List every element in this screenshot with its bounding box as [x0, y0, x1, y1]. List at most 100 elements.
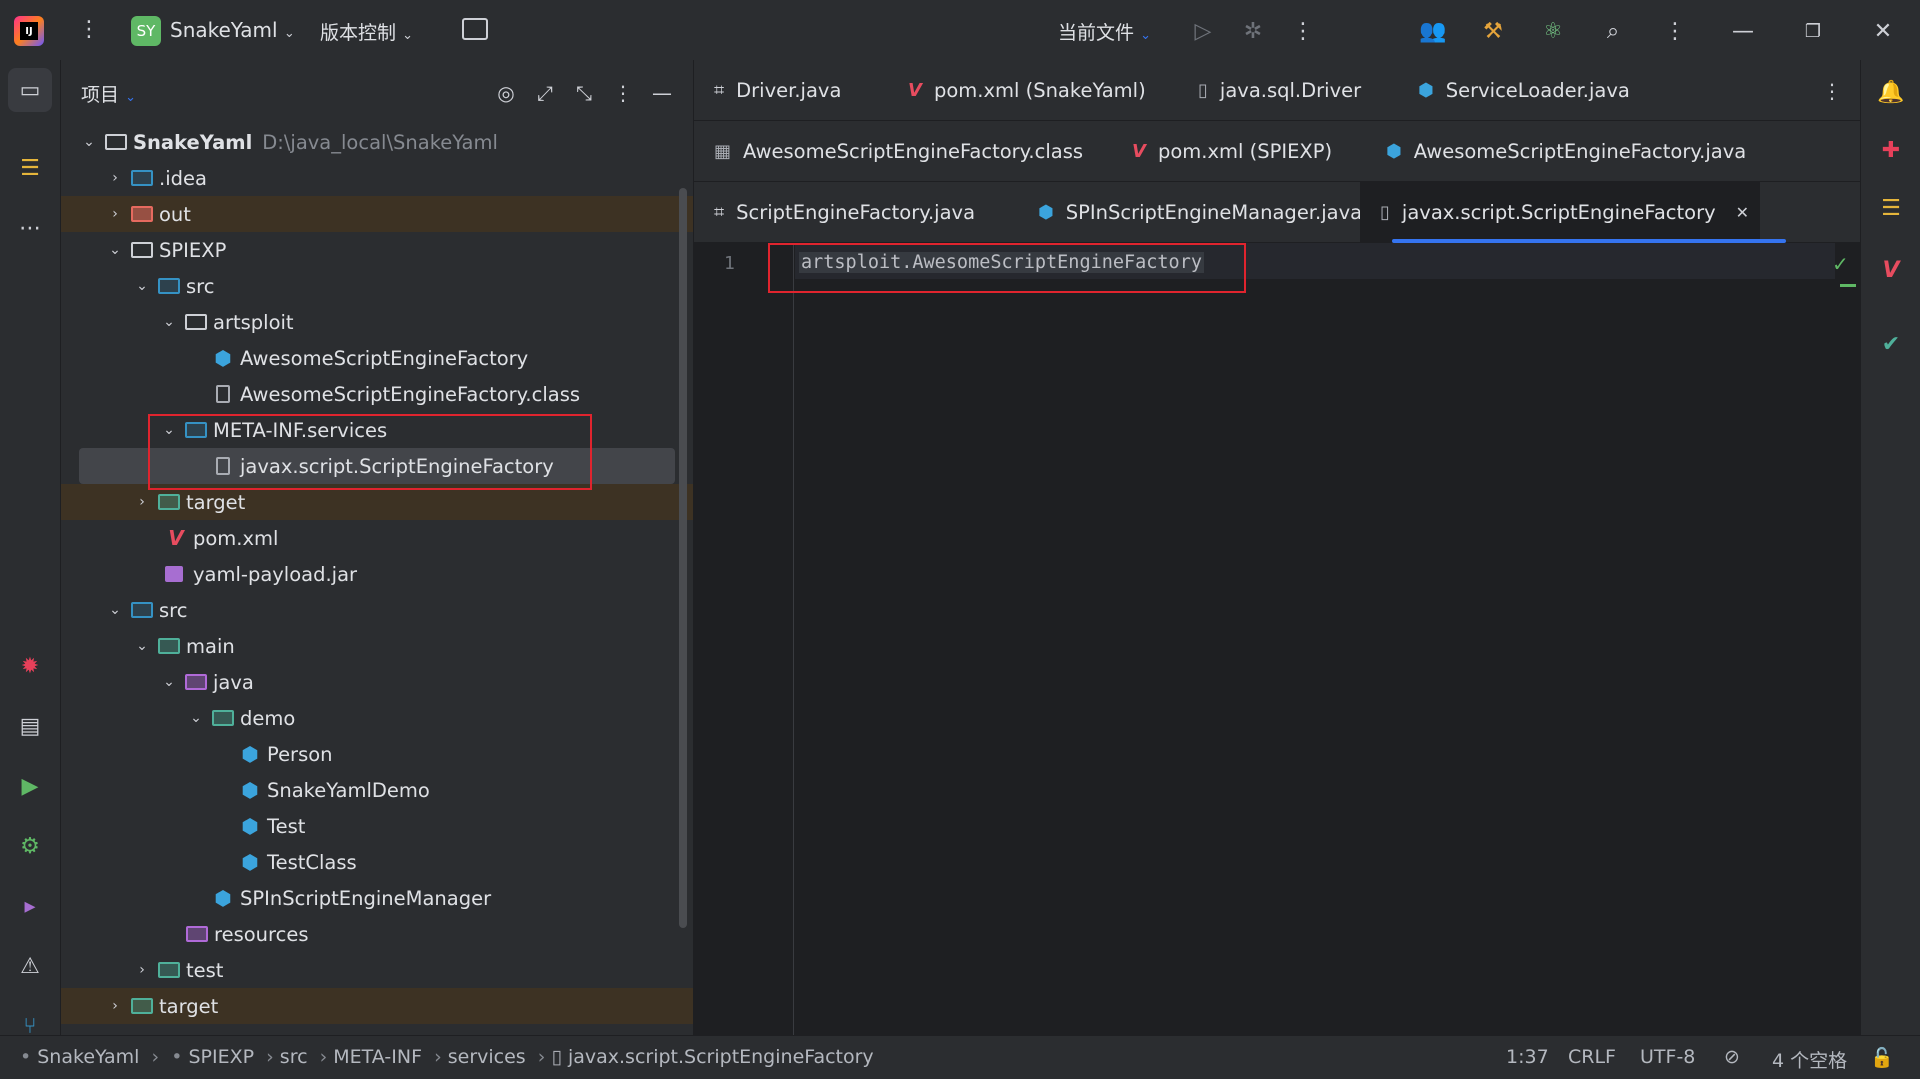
tab-java-sql-driver[interactable]: ▯ java.sql.Driver: [1178, 60, 1398, 121]
tab-scriptenginefactory[interactable]: ⌗ ScriptEngineFactory.java: [694, 182, 1018, 243]
tree-item-yaml-payload-jar[interactable]: yaml-payload.jar: [61, 556, 693, 592]
indent-setting[interactable]: 4 个空格: [1772, 1046, 1847, 1073]
vcs-menu[interactable]: 版本控制 ⌄: [320, 18, 413, 45]
tree-item-resources[interactable]: resources: [61, 916, 693, 952]
tree-item-snakeyaml[interactable]: ⌄ SnakeYaml D:\java_local\SnakeYaml: [61, 124, 693, 160]
tree-item-artsploit[interactable]: ⌄ artsploit: [61, 304, 693, 340]
close-icon[interactable]: ✕: [1868, 16, 1898, 46]
structure-icon[interactable]: ☰: [8, 146, 52, 190]
file-encoding[interactable]: UTF-8: [1640, 1046, 1695, 1068]
tree-item-demo[interactable]: ⌄ demo: [61, 700, 693, 736]
terminal-icon[interactable]: ▸: [8, 884, 52, 928]
project-panel-title[interactable]: 项目 ⌄: [81, 80, 136, 107]
class-icon: ⬢: [1038, 202, 1054, 223]
tree-item-spiexp[interactable]: ⌄ SPIEXP: [61, 232, 693, 268]
tab-javax-script-factory[interactable]: ▯ javax.script.ScriptEngineFactory ✕: [1360, 182, 1760, 243]
intellij-logo-icon[interactable]: IJ: [14, 16, 44, 46]
line-ending[interactable]: CRLF: [1568, 1046, 1616, 1068]
database-icon[interactable]: ☰: [1873, 190, 1909, 226]
close-tab-icon[interactable]: ✕: [1736, 203, 1749, 222]
more-actions-icon[interactable]: ⋮: [1288, 16, 1318, 46]
tree-item-testclass[interactable]: ⬢ TestClass: [61, 844, 693, 880]
project-icon[interactable]: ▭: [8, 68, 52, 112]
build-tools-icon[interactable]: ⚒: [1478, 16, 1508, 46]
source-folder-icon: [131, 602, 153, 618]
search-icon[interactable]: ⌕: [1598, 16, 1628, 46]
open-folder-icon[interactable]: [462, 18, 488, 40]
tree-item-target-root[interactable]: › target: [61, 988, 693, 1024]
locate-icon[interactable]: ◎: [493, 80, 519, 106]
breadcrumb-item[interactable]: META-INF: [333, 1046, 422, 1068]
notifications-icon[interactable]: 🔔: [1873, 74, 1909, 110]
ai-assistant-icon[interactable]: ⚛: [1538, 16, 1568, 46]
breadcrumb-item[interactable]: services: [448, 1046, 526, 1068]
tree-scrollbar[interactable]: [679, 188, 687, 928]
project-switcher[interactable]: SnakeYaml ⌄: [170, 18, 295, 42]
services-icon[interactable]: ▤: [8, 704, 52, 748]
more-icon[interactable]: ⋯: [8, 206, 52, 250]
tree-item-snakeyamldemo[interactable]: ⬢ SnakeYamlDemo: [61, 772, 693, 808]
settings-icon[interactable]: ⚙: [8, 824, 52, 868]
tab-serviceloader[interactable]: ⬢ ServiceLoader.java: [1398, 60, 1674, 121]
ai-chat-icon[interactable]: ✚: [1873, 132, 1909, 168]
minimize-icon[interactable]: —: [1728, 16, 1758, 46]
project-badge[interactable]: SY: [131, 16, 161, 46]
tab-driver-java[interactable]: ⌗ Driver.java: [694, 60, 888, 121]
editor-tab-row-2: ▦ AwesomeScriptEngineFactory.class Vpom.x…: [694, 121, 1860, 182]
tree-item-pom[interactable]: Vpom.xml: [61, 520, 693, 556]
excluded-folder-icon: [158, 494, 180, 510]
expand-all-icon[interactable]: ⤢: [532, 80, 558, 106]
tree-item-awesome-java[interactable]: ⬢ AwesomeScriptEngineFactory: [61, 340, 693, 376]
tab-awesome-java[interactable]: ⬢ AwesomeScriptEngineFactory.java: [1366, 121, 1746, 182]
project-tree: ⌄ SnakeYaml D:\java_local\SnakeYaml › .idea…: [61, 124, 693, 1035]
tree-item-src[interactable]: ⌄ src: [61, 268, 693, 304]
problems-icon[interactable]: ⚠: [8, 944, 52, 988]
collapse-all-icon[interactable]: ⤡: [571, 80, 597, 106]
breadcrumb-item[interactable]: SPIEXP: [188, 1046, 254, 1068]
tab-options-icon[interactable]: ⋮: [1819, 78, 1845, 104]
caret-position[interactable]: 1:37: [1506, 1046, 1549, 1068]
tree-item-out[interactable]: › out: [61, 196, 693, 232]
breadcrumb-item[interactable]: javax.script.ScriptEngineFactory: [568, 1046, 874, 1068]
run-icon[interactable]: ▷: [1188, 16, 1218, 46]
lock-icon[interactable]: 🔓: [1870, 1046, 1894, 1069]
tree-item-main[interactable]: ⌄ main: [61, 628, 693, 664]
tab-pom-spiexp[interactable]: Vpom.xml (SPIEXP): [1112, 121, 1366, 182]
options-icon[interactable]: ⋮: [610, 80, 636, 106]
highlight-box: [148, 414, 592, 490]
run-config-selector[interactable]: 当前文件 ⌄: [1058, 18, 1151, 45]
tree-item-src-root[interactable]: ⌄ src: [61, 592, 693, 628]
main-menu-icon[interactable]: ⋮: [78, 18, 100, 42]
chevron-down-icon: ⌄: [1140, 28, 1151, 43]
hide-panel-icon[interactable]: —: [649, 80, 675, 106]
debug-icon[interactable]: ✹: [8, 644, 52, 688]
debug-icon[interactable]: ✲: [1238, 16, 1268, 46]
code-with-me-icon[interactable]: 👥: [1418, 16, 1448, 46]
tree-item-test[interactable]: › test: [61, 952, 693, 988]
chevron-down-icon: ⌄: [125, 90, 136, 105]
breadcrumb-item[interactable]: src: [280, 1046, 308, 1068]
tab-pom-snakeyaml[interactable]: Vpom.xml (SnakeYaml): [888, 60, 1178, 121]
chevron-down-icon: ⌄: [190, 710, 202, 726]
restore-icon[interactable]: ❐: [1798, 16, 1828, 46]
maven-icon[interactable]: V: [1873, 252, 1909, 288]
no-problems-check-icon[interactable]: ✓: [1832, 252, 1849, 276]
tree-item-spinscriptenginemanager[interactable]: ⬢ SPInScriptEngineManager: [61, 880, 693, 916]
class-icon: ⬢: [1418, 80, 1434, 101]
tree-item-test-class[interactable]: ⬢ Test: [61, 808, 693, 844]
readonly-toggle-icon[interactable]: ⊘: [1724, 1046, 1740, 1068]
tree-item-java[interactable]: ⌄ java: [61, 664, 693, 700]
chevron-down-icon: ⌄: [136, 638, 148, 654]
coverage-icon[interactable]: ✔: [1873, 326, 1909, 362]
settings-menu-icon[interactable]: ⋮: [1660, 16, 1690, 46]
source-root-icon: [185, 674, 207, 690]
run-icon[interactable]: ▶: [8, 764, 52, 808]
tree-item-awesome-class[interactable]: AwesomeScriptEngineFactory.class: [61, 376, 693, 412]
tree-item-person[interactable]: ⬢ Person: [61, 736, 693, 772]
breadcrumb-item[interactable]: SnakeYaml: [37, 1046, 139, 1068]
tree-item-idea[interactable]: › .idea: [61, 160, 693, 196]
maven-icon: V: [908, 80, 922, 101]
decompiled-class-icon: ⌗: [714, 202, 725, 223]
tab-awesome-class[interactable]: ▦ AwesomeScriptEngineFactory.class: [694, 121, 1112, 182]
tab-spinscriptenginemanager[interactable]: ⬢ SPInScriptEngineManager.java: [1018, 182, 1362, 243]
